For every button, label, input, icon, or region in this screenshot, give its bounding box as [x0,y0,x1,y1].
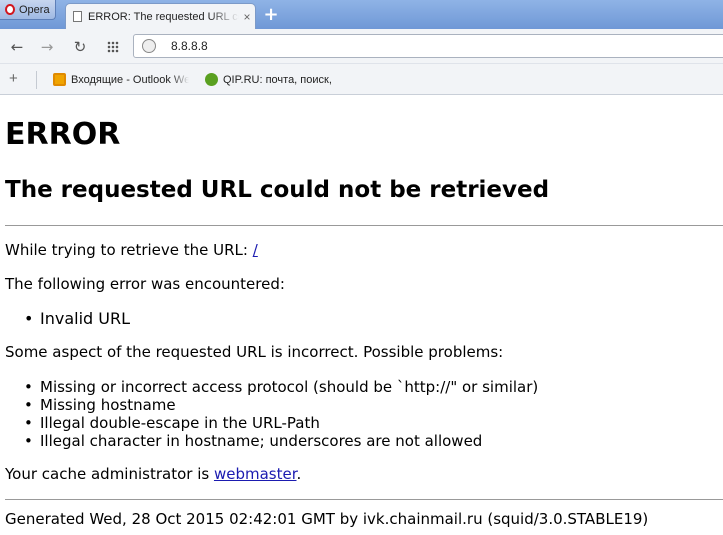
document-icon [73,11,82,22]
qip-icon [205,73,218,86]
address-text: 8.8.8.8 [171,39,208,53]
bookmark-label: QIP.RU: почта, поиск, [223,73,332,86]
tab-strip: Opera ERROR: The requested URL could not… [0,0,723,29]
bookmark-qip[interactable]: QIP.RU: почта, поиск, [205,73,351,86]
navigation-bar: ← → ↻ 8.8.8.8 [0,29,723,64]
speed-dial-icon[interactable] [107,41,119,53]
address-bar[interactable]: 8.8.8.8 [133,34,723,58]
opera-logo-icon [5,4,15,15]
bookmarks-bar: + Входящие - Outlook Web QIP.RU: почта, … [0,64,723,95]
browser-tab[interactable]: ERROR: The requested URL could not be re… [65,3,256,29]
problem-item: Missing hostname [22,396,538,414]
problems-list: Missing or incorrect access protocol (sh… [22,378,538,450]
opera-menu-label: Opera [19,3,50,16]
site-info-icon[interactable] [142,39,156,53]
retrieve-url-link[interactable]: / [253,241,258,259]
reload-button[interactable]: ↻ [71,38,89,56]
error-intro: The following error was encountered: [5,275,285,293]
error-item: Invalid URL [22,310,130,329]
page-subtitle: The requested URL could not be retrieved [5,177,550,203]
bookmark-outlook[interactable]: Входящие - Outlook Web [53,73,189,86]
problems-intro: Some aspect of the requested URL is inco… [5,343,504,361]
opera-menu-button[interactable]: Opera [0,0,56,20]
error-list: Invalid URL [22,310,130,329]
add-bookmark-button[interactable]: + [9,70,18,87]
retrieve-text: While trying to retrieve the URL: [5,241,253,259]
admin-text: Your cache administrator is [5,465,214,483]
close-tab-icon[interactable]: × [239,10,255,24]
webmaster-link[interactable]: webmaster [214,465,297,483]
divider [5,225,723,226]
page-title: ERROR [5,117,121,152]
outlook-icon [53,73,66,86]
bookmarks-separator [36,71,37,89]
admin-line: Your cache administrator is webmaster. [5,465,301,483]
footer-text: Generated Wed, 28 Oct 2015 02:42:01 GMT … [5,510,649,528]
forward-button[interactable]: → [38,38,56,56]
tab-title: ERROR: The requested URL could not be re… [88,10,239,23]
new-tab-button[interactable]: + [262,6,280,24]
divider [5,499,723,500]
back-button[interactable]: ← [8,38,26,56]
problem-item: Missing or incorrect access protocol (sh… [22,378,538,396]
retrieve-line: While trying to retrieve the URL: / [5,241,258,259]
problem-item: Illegal character in hostname; underscor… [22,432,538,450]
problem-item: Illegal double-escape in the URL-Path [22,414,538,432]
page-content: ERROR The requested URL could not be ret… [0,95,723,535]
admin-end: . [296,465,302,483]
bookmark-label: Входящие - Outlook Web [71,73,189,86]
